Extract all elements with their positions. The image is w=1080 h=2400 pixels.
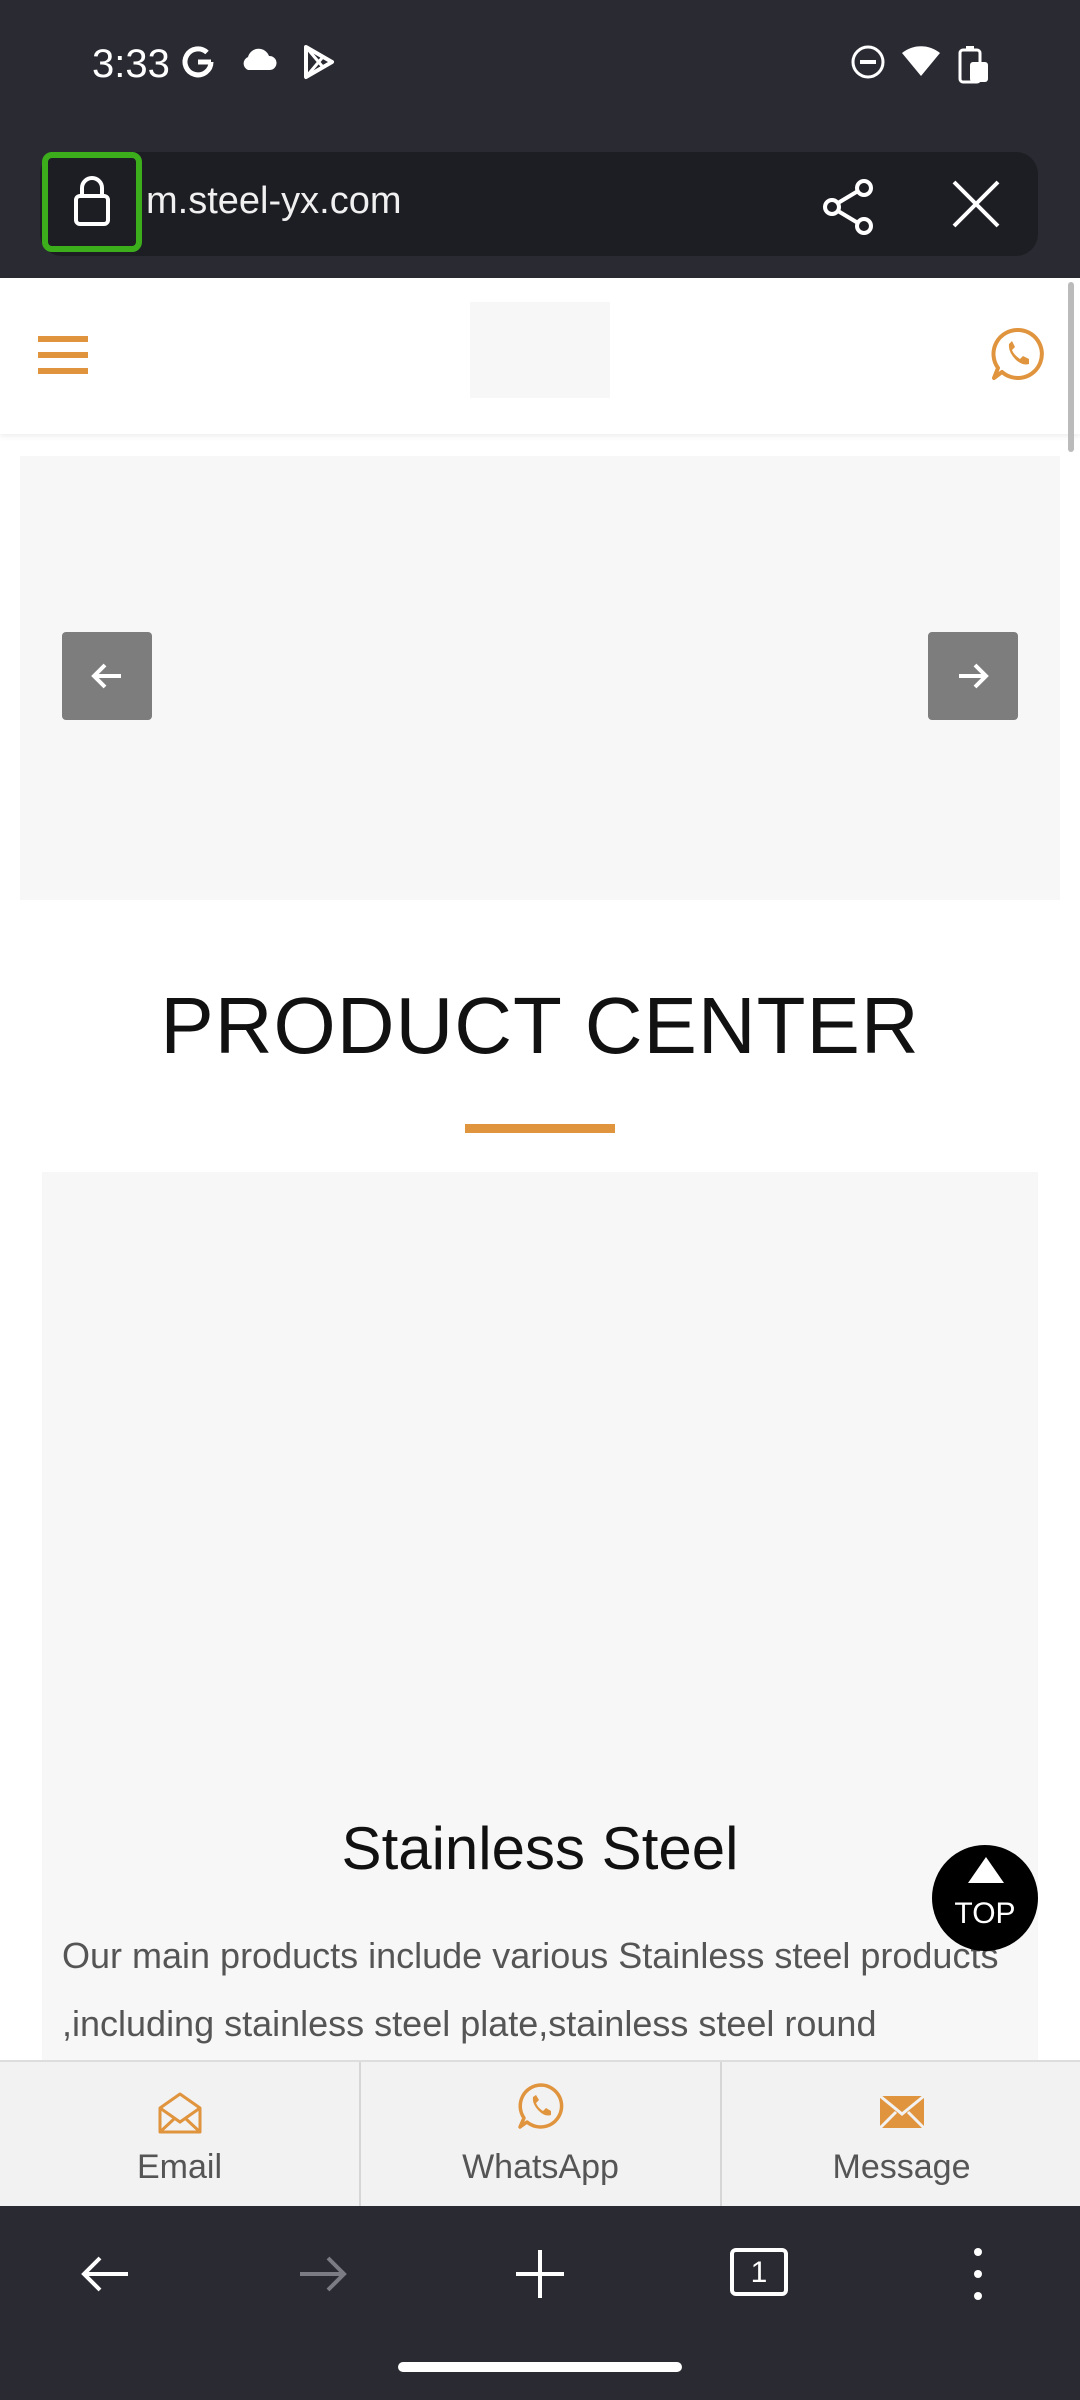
scrollbar[interactable]: [1068, 282, 1074, 452]
site-logo[interactable]: [470, 302, 610, 398]
slider-next-button[interactable]: [928, 632, 1018, 720]
back-icon[interactable]: [76, 2244, 136, 2304]
share-icon[interactable]: [818, 176, 880, 238]
tab-switcher-button[interactable]: 1: [728, 2246, 790, 2300]
title-underline: [465, 1124, 615, 1133]
back-to-top-button[interactable]: TOP: [932, 1845, 1038, 1951]
battery-charging-icon: [958, 46, 988, 84]
banner-slider[interactable]: [20, 456, 1060, 900]
status-time: 3:33: [92, 42, 170, 86]
message-icon: [878, 2094, 926, 2130]
section-title: PRODUCT CENTER: [160, 981, 920, 1070]
close-icon[interactable]: [948, 176, 1004, 232]
tab-count: 1: [750, 2256, 768, 2289]
wifi-icon: [902, 46, 940, 76]
whatsapp-icon[interactable]: [990, 326, 1046, 382]
google-icon: [182, 46, 214, 78]
email-icon: [158, 2092, 202, 2134]
lock-button[interactable]: [42, 152, 142, 252]
do-not-disturb-icon: [851, 45, 885, 79]
email-button[interactable]: Email: [0, 2060, 359, 2206]
lock-icon: [74, 176, 110, 226]
email-label: Email: [136, 2148, 223, 2186]
cloud-icon: [243, 48, 277, 70]
new-tab-icon[interactable]: [510, 2244, 570, 2304]
whatsapp-label: WhatsApp: [462, 2148, 619, 2186]
hamburger-menu-icon[interactable]: [38, 334, 88, 376]
product-description: Our main products include various Stainl…: [62, 1935, 999, 2044]
back-to-top-label: TOP: [954, 1897, 1016, 1930]
slider-prev-button[interactable]: [62, 632, 152, 720]
message-button[interactable]: Message: [722, 2060, 1080, 2206]
whatsapp-icon: [518, 2083, 564, 2129]
more-options-icon[interactable]: [948, 2244, 1008, 2304]
url-text[interactable]: m.steel-yx.com: [146, 180, 401, 223]
play-store-icon: [304, 45, 334, 79]
gesture-handle[interactable]: [398, 2362, 682, 2372]
arrow-left-icon: [91, 663, 121, 689]
product-name[interactable]: Stainless Steel: [42, 1814, 1038, 1883]
triangle-up-icon: [968, 1857, 1004, 1883]
forward-icon[interactable]: [292, 2244, 352, 2304]
arrow-right-icon: [959, 663, 989, 689]
whatsapp-button[interactable]: WhatsApp: [361, 2060, 720, 2206]
message-label: Message: [832, 2148, 971, 2186]
